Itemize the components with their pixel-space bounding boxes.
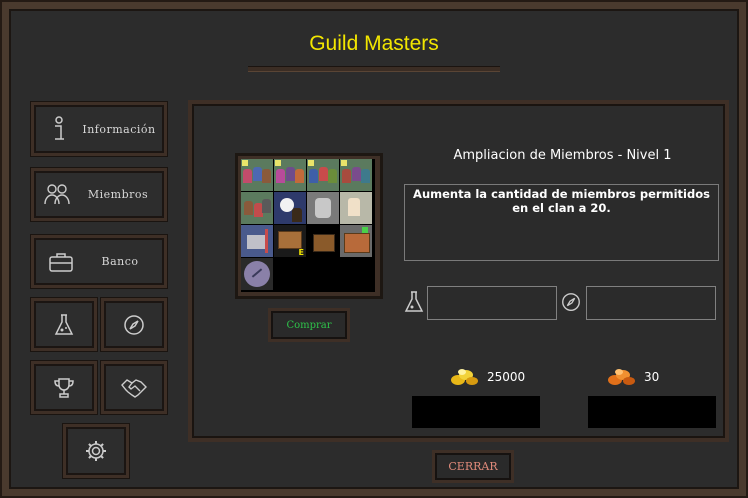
secondary-cost-bar	[588, 396, 716, 428]
gold-coins-icon	[448, 364, 480, 392]
item-slot[interactable]: E	[274, 225, 306, 257]
handshake-icon	[119, 373, 149, 403]
compass-icon	[560, 291, 582, 317]
item-slot[interactable]	[241, 159, 273, 191]
trophy-icon	[49, 373, 79, 403]
item-slot[interactable]	[274, 159, 306, 191]
slot-badge: E	[298, 248, 304, 257]
members-button[interactable]: Miembros	[31, 168, 167, 221]
flask-requirement-field	[427, 286, 557, 320]
item-slot[interactable]	[241, 258, 273, 290]
window-title: Guild Masters	[309, 32, 439, 55]
item-slot[interactable]	[274, 192, 306, 224]
compass-button[interactable]	[101, 298, 167, 351]
item-slot[interactable]	[340, 225, 372, 257]
title-divider	[248, 66, 500, 72]
close-button[interactable]: CERRAR	[432, 450, 514, 483]
handshake-button[interactable]	[101, 361, 167, 414]
trophy-button[interactable]	[31, 361, 97, 414]
compass-requirement-field	[586, 286, 716, 320]
gold-cost-bar	[412, 396, 540, 428]
members-label: Miembros	[87, 188, 149, 201]
gold-cost: 25000	[487, 370, 526, 384]
flask-button[interactable]	[31, 298, 97, 351]
item-slot[interactable]	[340, 192, 372, 224]
compass-icon	[119, 310, 149, 340]
orange-coins-icon	[605, 364, 637, 392]
info-button[interactable]: Información	[31, 102, 167, 156]
item-slot[interactable]	[307, 225, 339, 257]
item-slot[interactable]	[307, 192, 339, 224]
settings-button[interactable]	[63, 424, 129, 478]
secondary-cost: 30	[644, 370, 660, 384]
upgrade-title: Ampliacion de Miembros - Nivel 1	[453, 148, 672, 163]
upgrade-item-grid: E	[235, 153, 383, 299]
bank-button[interactable]: Banco	[31, 235, 167, 288]
info-label: Información	[82, 122, 156, 136]
members-icon	[42, 180, 72, 210]
briefcase-icon	[46, 247, 76, 277]
flask-icon	[404, 290, 424, 318]
item-slot[interactable]	[241, 225, 273, 257]
gear-icon	[81, 436, 111, 466]
item-slot[interactable]	[307, 159, 339, 191]
upgrade-description: Aumenta la cantidad de miembros permitid…	[404, 184, 719, 261]
item-slot[interactable]	[340, 159, 372, 191]
item-slot[interactable]	[241, 192, 273, 224]
info-icon	[44, 114, 74, 144]
buy-button[interactable]: Comprar	[268, 308, 350, 342]
flask-icon	[49, 310, 79, 340]
bank-label: Banco	[101, 255, 139, 268]
